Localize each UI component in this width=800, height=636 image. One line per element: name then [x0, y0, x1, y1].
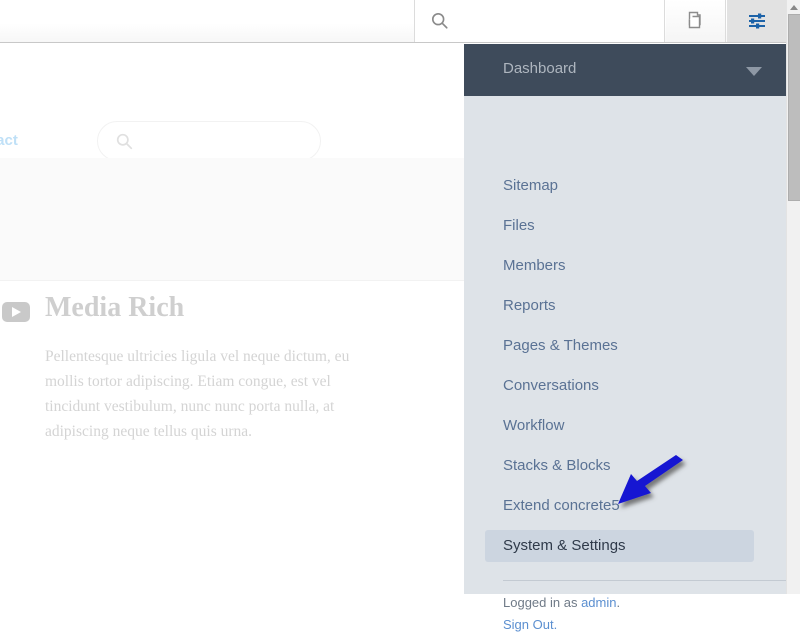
dashboard-menu-item-pages-and-themes[interactable]: Pages & Themes — [485, 330, 754, 362]
dashboard-flyout-panel: Dashboard Sitemap Files Members Reports Page… — [464, 44, 786, 632]
media-rich-heading-row: Media Rich — [0, 292, 420, 332]
dashboard-menu-item-label: Stacks & Blocks — [503, 457, 611, 474]
dashboard-menu-item-label: Reports — [503, 297, 556, 314]
search-icon — [116, 133, 133, 150]
media-rich-block: Media Rich Pellentesque ultricies ligula… — [0, 292, 420, 440]
sliders-settings-icon — [746, 10, 768, 32]
logged-in-status: Logged in as admin. — [503, 592, 783, 614]
toolbar-search-field[interactable] — [415, 0, 665, 42]
logged-in-prefix: Logged in as — [503, 595, 582, 610]
dashboard-menu-item-sitemap[interactable]: Sitemap — [485, 170, 754, 202]
dashboard-panel-title: Dashboard — [503, 60, 577, 77]
dashboard-menu-item-members[interactable]: Members — [485, 250, 754, 282]
admin-user-link[interactable]: admin — [581, 595, 616, 610]
dashboard-menu-item-label: Extend concrete5 — [503, 497, 620, 514]
toolbar-left-region — [0, 0, 415, 42]
panel-footer-divider — [503, 580, 786, 581]
page-scrollbar[interactable] — [786, 0, 800, 594]
media-rich-title: Media Rich — [45, 292, 185, 323]
editor-toolbar — [0, 0, 786, 43]
copy-pages-icon — [685, 10, 707, 32]
sign-out-link[interactable]: Sign Out. — [503, 617, 557, 632]
chevron-down-icon[interactable] — [746, 67, 762, 76]
toolbar-copy-pages-button[interactable] — [666, 0, 726, 42]
dashboard-menu-item-extend-concrete5[interactable]: Extend concrete5 — [485, 490, 754, 522]
dashboard-menu-item-label: Workflow — [503, 417, 565, 434]
dashboard-menu-item-reports[interactable]: Reports — [485, 290, 754, 322]
site-search-input[interactable] — [97, 121, 321, 161]
dashboard-panel-header[interactable]: Dashboard — [464, 44, 786, 96]
media-rich-body-text: Pellentesque ultricies ligula vel neque … — [45, 348, 350, 440]
dashboard-menu-item-conversations[interactable]: Conversations — [485, 370, 754, 402]
play-button-icon — [2, 302, 30, 322]
dashboard-menu-item-system-and-settings[interactable]: System & Settings — [485, 530, 754, 562]
dashboard-menu-item-label: System & Settings — [503, 537, 626, 554]
scrollbar-thumb[interactable] — [788, 14, 800, 201]
dashboard-menu-item-label: Conversations — [503, 377, 599, 394]
sign-out-row: Sign Out. — [503, 614, 783, 636]
dashboard-menu-item-label: Files — [503, 217, 535, 234]
dashboard-menu-item-workflow[interactable]: Workflow — [485, 410, 754, 442]
panel-footer: Logged in as admin. Sign Out. — [503, 592, 783, 636]
search-icon — [431, 12, 449, 30]
dashboard-menu-item-label: Sitemap — [503, 177, 559, 194]
dashboard-menu-item-label: Pages & Themes — [503, 337, 618, 354]
dashboard-menu-item-label: Members — [503, 257, 566, 274]
logged-in-suffix: . — [616, 595, 621, 610]
scroll-up-arrow-icon[interactable] — [790, 5, 798, 10]
dashboard-menu-item-files[interactable]: Files — [485, 210, 754, 242]
site-nav-link-contact[interactable]: ntact — [0, 132, 18, 149]
toolbar-settings-button[interactable] — [727, 0, 786, 42]
dashboard-menu-item-stacks-and-blocks[interactable]: Stacks & Blocks — [485, 450, 754, 482]
